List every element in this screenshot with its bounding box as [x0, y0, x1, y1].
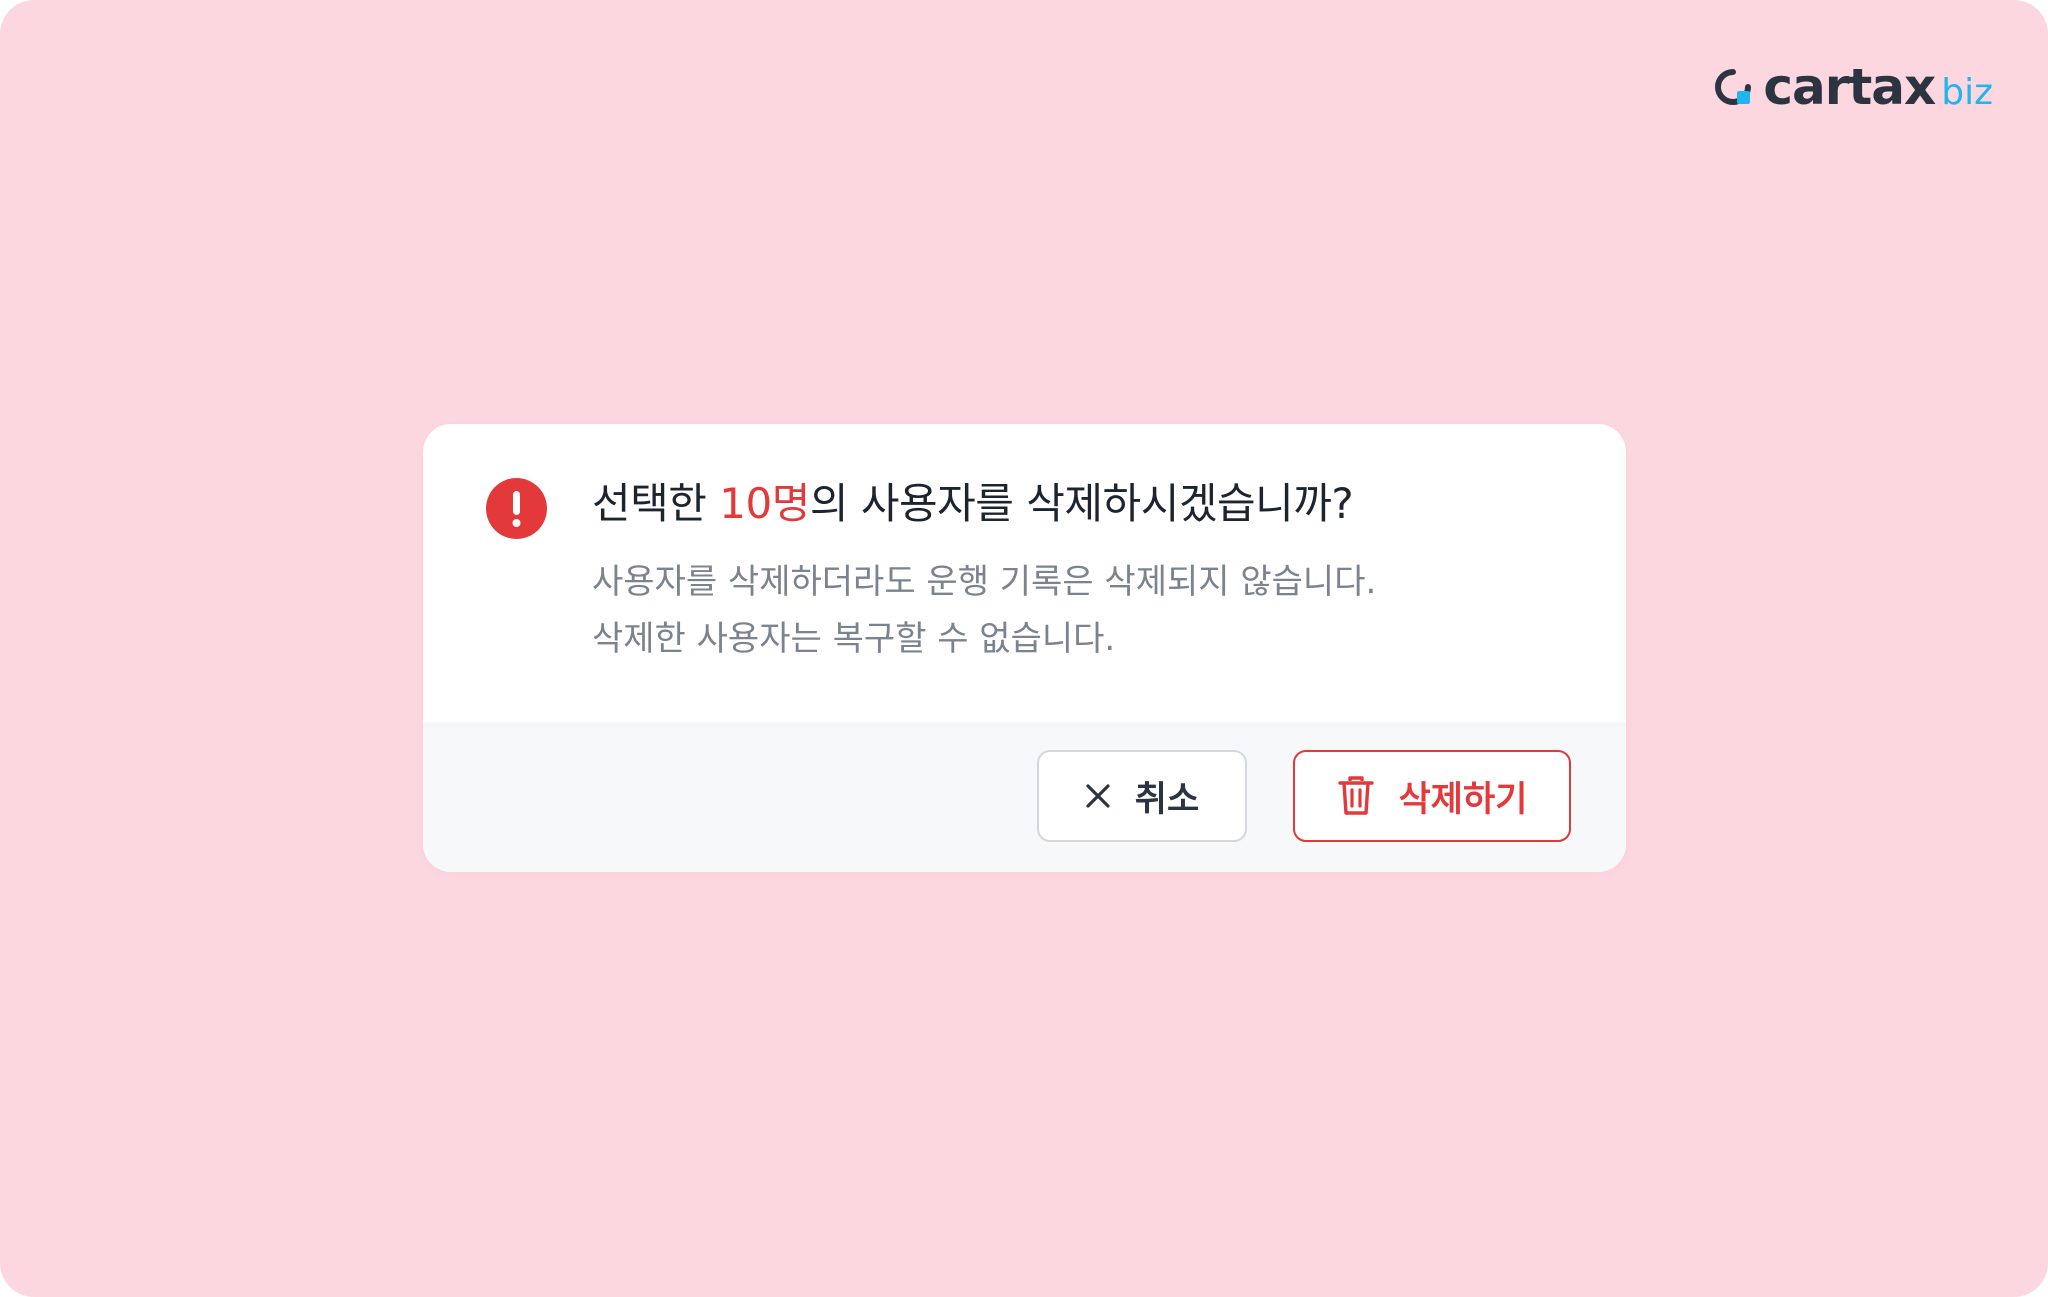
cancel-button-label: 취소	[1134, 779, 1200, 820]
delete-button[interactable]: 삭제하기	[1293, 750, 1571, 842]
close-icon	[1086, 784, 1110, 808]
alert-circle-icon	[486, 478, 547, 539]
cartax-logo-mark-icon	[1715, 69, 1752, 105]
dialog-description: 사용자를 삭제하더라도 운행 기록은 삭제되지 않습니다. 삭제한 사용자는 복…	[592, 554, 1376, 668]
trash-icon	[1337, 776, 1374, 815]
selected-user-count: 10명	[719, 479, 810, 528]
dialog-footer: 취소 삭제하기	[423, 722, 1626, 872]
description-line: 삭제한 사용자는 복구할 수 없습니다.	[592, 619, 1116, 659]
delete-button-label: 삭제하기	[1398, 779, 1528, 820]
logo-suffix: biz	[1941, 72, 1993, 113]
description-line: 사용자를 삭제하더라도 운행 기록은 삭제되지 않습니다.	[592, 562, 1377, 602]
dialog-body: 선택한 10명의 사용자를 삭제하시겠습니까? 사용자를 삭제하더라도 운행 기…	[423, 424, 1626, 722]
cancel-button[interactable]: 취소	[1037, 750, 1247, 842]
cartax-biz-logo: cartax biz	[1713, 62, 1993, 112]
title-suffix: 의 사용자를 삭제하시겠습니까?	[809, 479, 1354, 528]
logo-wordmark: cartax	[1763, 58, 1936, 116]
dialog-title: 선택한 10명의 사용자를 삭제하시겠습니까?	[592, 478, 1354, 531]
delete-users-dialog: 선택한 10명의 사용자를 삭제하시겠습니까? 사용자를 삭제하더라도 운행 기…	[423, 424, 1626, 872]
title-prefix: 선택한	[592, 479, 720, 528]
page-background: cartax biz 선택한 10명의 사용자를 삭제하시겠습니까? 사용자를 …	[0, 0, 2048, 1297]
